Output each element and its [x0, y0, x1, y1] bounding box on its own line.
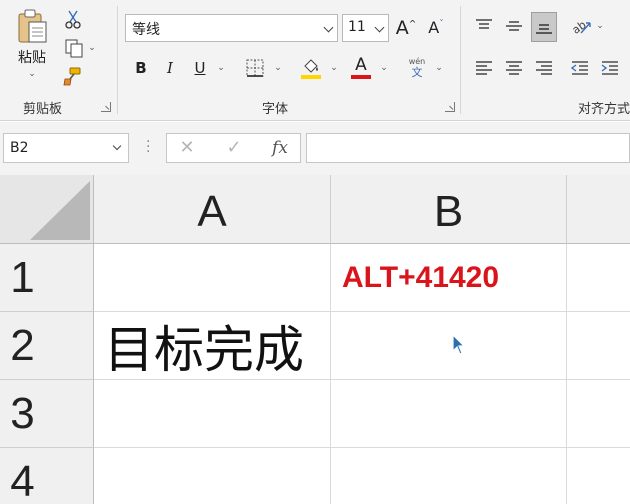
top-align-icon — [476, 19, 492, 29]
align-right-button[interactable] — [532, 55, 556, 81]
align-center-button[interactable] — [502, 55, 526, 81]
select-all-button[interactable] — [0, 175, 94, 244]
cell-b1[interactable]: ALT+41420 — [331, 244, 567, 312]
row-header-label: 2 — [10, 320, 35, 370]
cell-a4[interactable] — [94, 448, 331, 504]
align-right-icon — [536, 61, 552, 75]
formula-buttons: ✕ ✓ fx — [166, 133, 301, 163]
formula-bar-resize-handle[interactable]: · · · — [146, 135, 150, 159]
cell-b4[interactable] — [331, 448, 567, 504]
confirm-entry-button[interactable]: ✓ — [222, 137, 246, 159]
cell-a1[interactable] — [94, 244, 331, 312]
cell-a2[interactable]: 目标完成 — [94, 312, 331, 380]
row-header-3[interactable]: 3 — [0, 380, 94, 448]
column-header-c[interactable] — [567, 175, 630, 244]
bottom-align-button[interactable] — [531, 12, 557, 42]
name-box[interactable]: B2 — [3, 133, 129, 163]
increase-indent-icon — [601, 61, 618, 75]
cell-a3[interactable] — [94, 380, 331, 448]
text-orientation-icon: ab — [571, 18, 591, 35]
column-header-label: B — [433, 187, 464, 236]
row-header-label: 1 — [10, 252, 35, 302]
row-header-4[interactable]: 4 — [0, 448, 94, 504]
cell-c2[interactable] — [567, 312, 630, 380]
top-align-button[interactable] — [472, 12, 496, 40]
align-left-button[interactable] — [472, 55, 496, 81]
cell-b3[interactable] — [331, 380, 567, 448]
cancel-entry-button[interactable]: ✕ — [175, 137, 199, 159]
formula-input[interactable] — [306, 133, 630, 163]
row-header-label: 4 — [10, 456, 35, 504]
row-header-label: 3 — [10, 388, 35, 438]
bottom-align-icon — [536, 24, 552, 34]
alignment-group: ab ⌄ 对齐方式 — [0, 0, 630, 121]
cell-b1-value: ALT+41420 — [342, 260, 500, 294]
cell-a2-value: 目标完成 — [104, 320, 304, 379]
cell-c1[interactable] — [567, 244, 630, 312]
select-all-triangle-icon — [30, 181, 90, 240]
spreadsheet-grid: A B 1 2 3 4 ALT+41420 目标完成 — [0, 175, 630, 504]
align-center-icon — [506, 61, 522, 75]
align-left-icon — [476, 61, 492, 75]
decrease-indent-icon — [571, 61, 588, 75]
row-header-2[interactable]: 2 — [0, 312, 94, 380]
cell-c3[interactable] — [567, 380, 630, 448]
fx-icon: fx — [272, 137, 288, 158]
row-header-1[interactable]: 1 — [0, 244, 94, 312]
cell-b2[interactable] — [331, 312, 567, 380]
alignment-group-label: 对齐方式 — [578, 102, 630, 117]
name-box-value: B2 — [10, 140, 29, 156]
column-header-label: A — [197, 187, 227, 236]
close-icon: ✕ — [179, 137, 195, 158]
middle-align-icon — [506, 21, 522, 31]
chevron-down-icon — [112, 141, 122, 151]
orientation-button[interactable]: ab — [568, 12, 594, 40]
cell-c4[interactable] — [567, 448, 630, 504]
column-header-b[interactable]: B — [331, 175, 567, 244]
insert-function-button[interactable]: fx — [267, 137, 293, 159]
increase-indent-button[interactable] — [598, 55, 622, 81]
ribbon: 粘贴 ⌄ ⌄ 剪贴板 等线 11 A^ Aˇ B I U ⌄ ⌄ ⌄ A ⌄ w… — [0, 0, 630, 121]
orientation-dropdown-icon[interactable]: ⌄ — [594, 18, 606, 34]
mouse-cursor-icon — [452, 334, 466, 355]
middle-align-button[interactable] — [502, 12, 526, 40]
checkmark-icon: ✓ — [226, 137, 242, 158]
column-header-a[interactable]: A — [94, 175, 331, 244]
decrease-indent-button[interactable] — [568, 55, 592, 81]
